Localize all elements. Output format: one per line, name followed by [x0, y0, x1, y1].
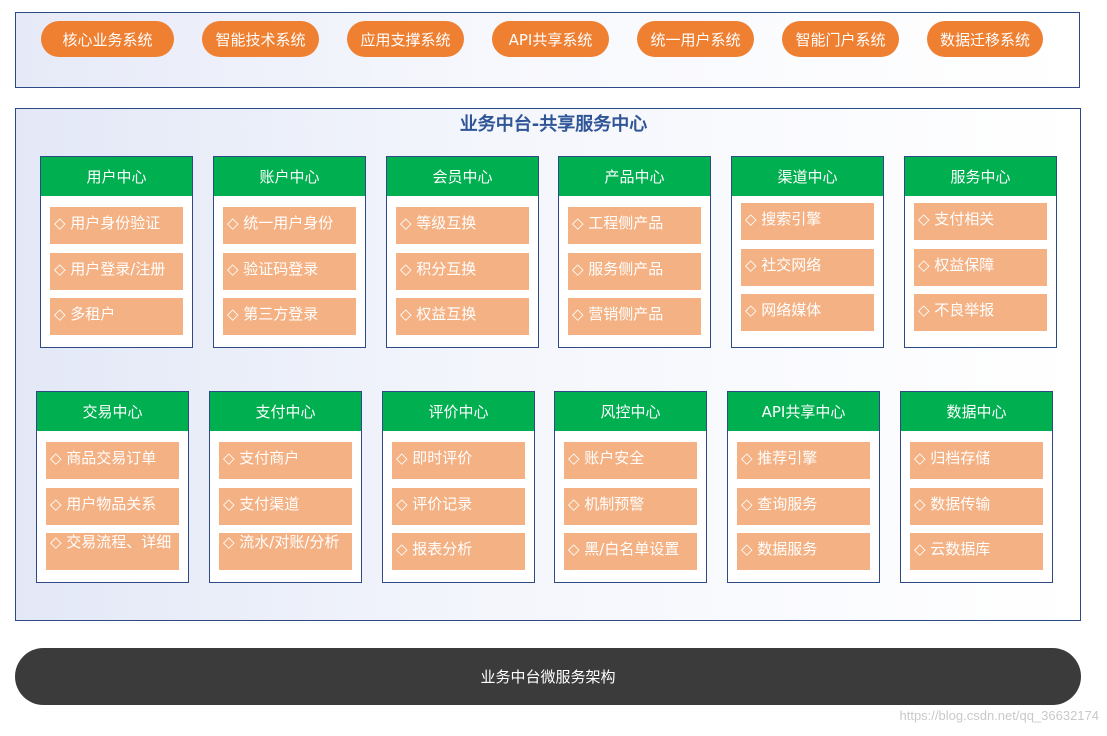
- card-header: 账户中心: [214, 157, 365, 196]
- card-item: ◇ 权益保障: [914, 249, 1047, 286]
- system-pill: 智能技术系统: [202, 21, 319, 57]
- card-header: 产品中心: [559, 157, 710, 196]
- service-card: 评价中心 ◇ 即时评价 ◇ 评价记录 ◇ 报表分析: [382, 391, 535, 583]
- card-item: ◇ 积分互换: [396, 253, 529, 290]
- card-item: ◇ 评价记录: [392, 488, 525, 525]
- card-item: ◇ 商品交易订单: [46, 442, 179, 479]
- service-card: 服务中心 ◇ 支付相关 ◇ 权益保障 ◇ 不良举报: [904, 156, 1057, 348]
- card-item: ◇ 支付相关: [914, 203, 1047, 240]
- card-header: API共享中心: [728, 392, 879, 431]
- card-header: 用户中心: [41, 157, 192, 196]
- card-item: ◇ 归档存储: [910, 442, 1043, 479]
- service-card: 支付中心 ◇ 支付商户 ◇ 支付渠道 ◇ 流水/对账/分析: [209, 391, 362, 583]
- card-item: ◇ 机制预警: [564, 488, 697, 525]
- system-pill: 核心业务系统: [41, 21, 174, 57]
- card-item: ◇ 网络媒体: [741, 294, 874, 331]
- card-header: 评价中心: [383, 392, 534, 431]
- card-item: ◇ 流水/对账/分析: [219, 533, 352, 570]
- service-card: 渠道中心 ◇ 搜索引擎 ◇ 社交网络 ◇ 网络媒体: [731, 156, 884, 348]
- card-header: 渠道中心: [732, 157, 883, 196]
- service-card: 用户中心 ◇ 用户身份验证 ◇ 用户登录/注册 ◇ 多租户: [40, 156, 193, 348]
- card-item: ◇ 验证码登录: [223, 253, 356, 290]
- card-item: ◇ 黑/白名单设置: [564, 533, 697, 570]
- service-card: 数据中心 ◇ 归档存储 ◇ 数据传输 ◇ 云数据库: [900, 391, 1053, 583]
- system-pill: 应用支撑系统: [347, 21, 464, 57]
- system-pill: 统一用户系统: [637, 21, 754, 57]
- card-item: ◇ 工程侧产品: [568, 207, 701, 244]
- service-card: API共享中心 ◇ 推荐引擎 ◇ 查询服务 ◇ 数据服务: [727, 391, 880, 583]
- service-card: 风控中心 ◇ 账户安全 ◇ 机制预警 ◇ 黑/白名单设置: [554, 391, 707, 583]
- service-card: 会员中心 ◇ 等级互换 ◇ 积分互换 ◇ 权益互换: [386, 156, 539, 348]
- card-item: ◇ 报表分析: [392, 533, 525, 570]
- main-title: 业务中台-共享服务中心: [459, 114, 648, 135]
- card-item: ◇ 数据传输: [910, 488, 1043, 525]
- system-pill: 数据迁移系统: [927, 21, 1043, 57]
- card-item: ◇ 服务侧产品: [568, 253, 701, 290]
- watermark: https://blog.csdn.net/qq_36632174: [899, 708, 1100, 723]
- card-item: ◇ 即时评价: [392, 442, 525, 479]
- card-item: ◇ 等级互换: [396, 207, 529, 244]
- card-header: 会员中心: [387, 157, 538, 196]
- card-header: 交易中心: [37, 392, 188, 431]
- card-item: ◇ 搜索引擎: [741, 203, 874, 240]
- card-header: 支付中心: [210, 392, 361, 431]
- card-item: ◇ 多租户: [50, 298, 183, 335]
- service-card: 交易中心 ◇ 商品交易订单 ◇ 用户物品关系 ◇ 交易流程、详细: [36, 391, 189, 583]
- card-item: ◇ 交易流程、详细: [46, 533, 179, 570]
- card-item: ◇ 营销侧产品: [568, 298, 701, 335]
- card-header: 风控中心: [555, 392, 706, 431]
- card-item: ◇ 不良举报: [914, 294, 1047, 331]
- service-card: 产品中心 ◇ 工程侧产品 ◇ 服务侧产品 ◇ 营销侧产品: [558, 156, 711, 348]
- card-item: ◇ 查询服务: [737, 488, 870, 525]
- card-item: ◇ 云数据库: [910, 533, 1043, 570]
- service-card: 账户中心 ◇ 统一用户身份 ◇ 验证码登录 ◇ 第三方登录: [213, 156, 366, 348]
- card-item: ◇ 账户安全: [564, 442, 697, 479]
- card-item: ◇ 用户物品关系: [46, 488, 179, 525]
- microservice-architecture-bar: 业务中台微服务架构: [15, 648, 1081, 705]
- card-header: 数据中心: [901, 392, 1052, 431]
- card-item: ◇ 支付渠道: [219, 488, 352, 525]
- card-item: ◇ 第三方登录: [223, 298, 356, 335]
- system-pill: 智能门户系统: [782, 21, 899, 57]
- card-item: ◇ 权益互换: [396, 298, 529, 335]
- card-item: ◇ 用户身份验证: [50, 207, 183, 244]
- card-item: ◇ 社交网络: [741, 249, 874, 286]
- system-pill: API共享系统: [492, 21, 609, 57]
- card-item: ◇ 数据服务: [737, 533, 870, 570]
- card-item: ◇ 支付商户: [219, 442, 352, 479]
- card-header: 服务中心: [905, 157, 1056, 196]
- card-item: ◇ 推荐引擎: [737, 442, 870, 479]
- card-item: ◇ 统一用户身份: [223, 207, 356, 244]
- card-item: ◇ 用户登录/注册: [50, 253, 183, 290]
